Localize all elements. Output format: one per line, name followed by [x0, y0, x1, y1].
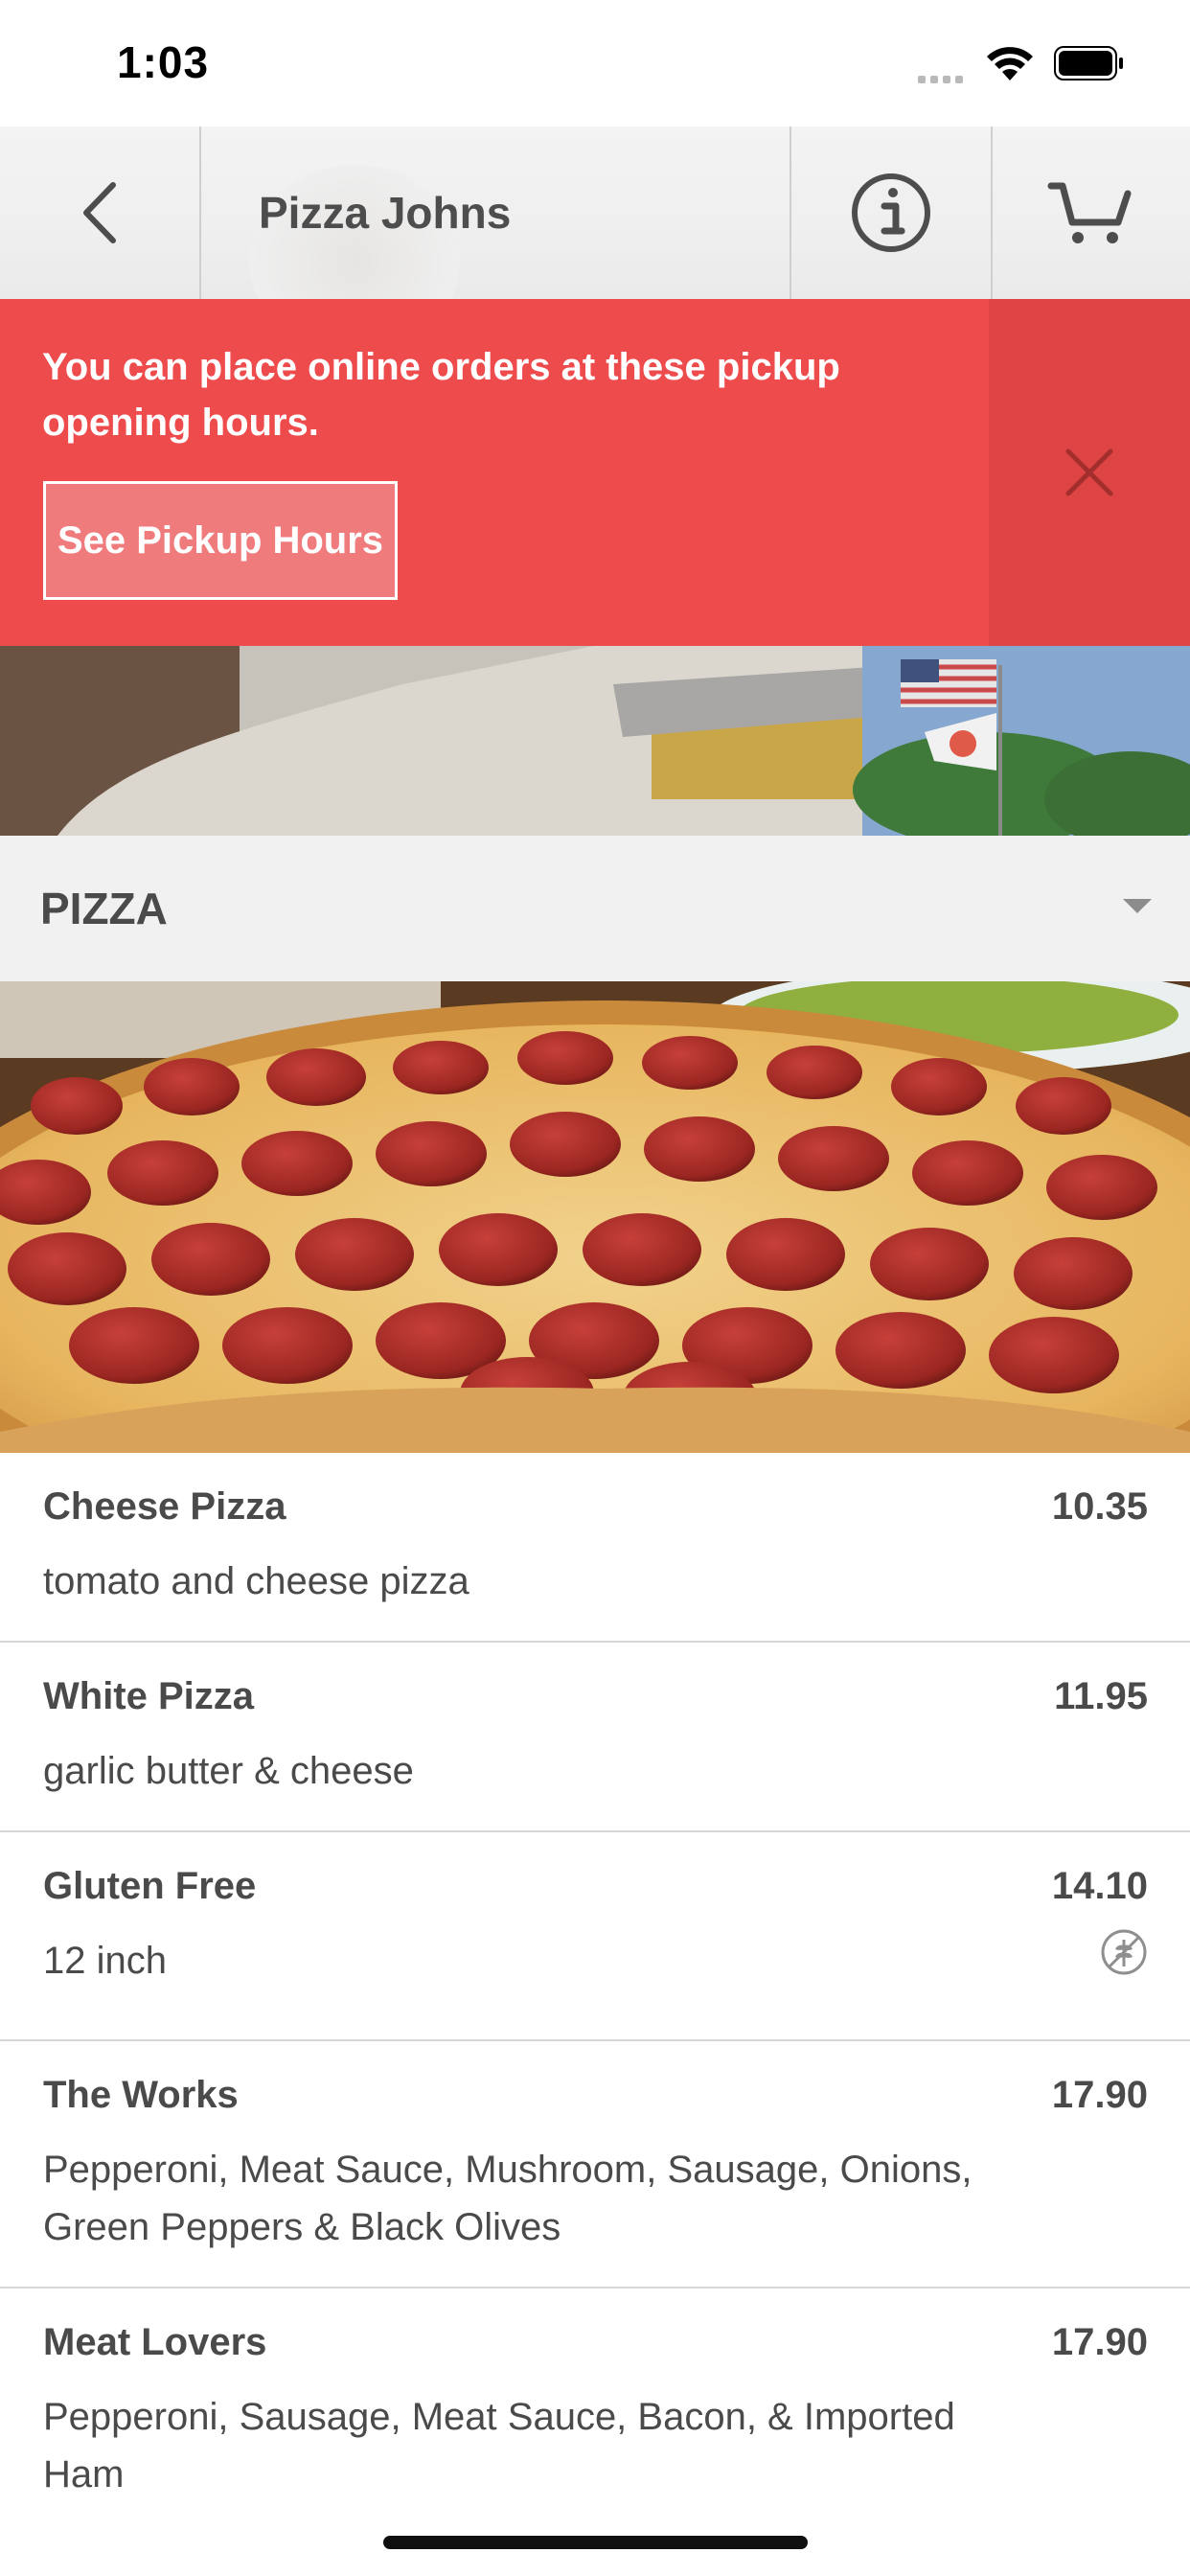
wifi-icon — [985, 44, 1035, 87]
status-time: 1:03 — [117, 37, 210, 87]
restaurant-header: Pizza Johns — [0, 126, 1190, 299]
menu-item-meat-lovers[interactable]: Meat Lovers 17.90 Pepperoni, Sausage, Me… — [0, 2288, 1190, 2538]
banner-close-button[interactable] — [989, 299, 1190, 646]
menu-item-description: 12 inch — [43, 1940, 167, 1982]
chevron-left-icon — [83, 182, 116, 243]
close-icon — [1065, 448, 1113, 496]
menu-item-price: 17.90 — [1051, 2074, 1148, 2116]
menu-item-name: Cheese Pizza — [43, 1485, 286, 1528]
pizza-category-image — [0, 981, 1190, 1453]
menu-item-name: Meat Lovers — [43, 2321, 267, 2363]
cellular-signal-icon — [918, 71, 968, 88]
menu-item-the-works[interactable]: The Works 17.90 Pepperoni, Meat Sauce, M… — [0, 2041, 1190, 2288]
menu-item-price: 17.90 — [1051, 2321, 1148, 2363]
menu-item-description: tomato and cheese pizza — [43, 1560, 469, 1602]
menu-item-description: garlic butter & cheese — [43, 1750, 414, 1792]
menu-item-price: 14.10 — [1051, 1865, 1148, 1907]
category-pizza-header[interactable]: PIZZA — [0, 836, 1190, 981]
gluten-free-icon — [1100, 1928, 1148, 1981]
info-button[interactable] — [790, 126, 993, 299]
info-icon — [852, 173, 930, 252]
menu-item-description: Pepperoni, Sausage, Meat Sauce, Bacon, &… — [43, 2396, 955, 2496]
menu-item-name: White Pizza — [43, 1675, 255, 1717]
menu-item-cheese-pizza[interactable]: Cheese Pizza 10.35 tomato and cheese piz… — [0, 1453, 1190, 1643]
status-bar: 1:03 — [0, 0, 1190, 126]
home-indicator[interactable] — [383, 2536, 808, 2549]
menu-item-price: 11.95 — [1054, 1675, 1148, 1717]
menu-item-price: 10.35 — [1051, 1485, 1148, 1528]
menu-item-gluten-free[interactable]: Gluten Free 14.10 12 inch — [0, 1832, 1190, 2041]
see-pickup-hours-button[interactable]: See Pickup Hours — [43, 481, 398, 600]
pickup-hours-banner: You can place online orders at these pic… — [0, 299, 1190, 646]
menu-item-description: Pepperoni, Meat Sauce, Mushroom, Sausage… — [43, 2149, 973, 2248]
caret-down-icon — [1123, 899, 1152, 913]
restaurant-title: Pizza Johns — [259, 188, 512, 238]
back-button[interactable] — [0, 126, 201, 299]
cart-icon — [1047, 182, 1132, 243]
menu-item-name: Gluten Free — [43, 1865, 257, 1907]
banner-message: You can place online orders at these pic… — [42, 346, 840, 444]
category-label: PIZZA — [40, 884, 168, 933]
battery-icon — [1054, 46, 1125, 85]
menu-item-name: The Works — [43, 2074, 239, 2116]
restaurant-hero-image — [0, 646, 1190, 836]
menu-item-white-pizza[interactable]: White Pizza 11.95 garlic butter & cheese — [0, 1643, 1190, 1832]
cart-button[interactable] — [991, 126, 1190, 299]
